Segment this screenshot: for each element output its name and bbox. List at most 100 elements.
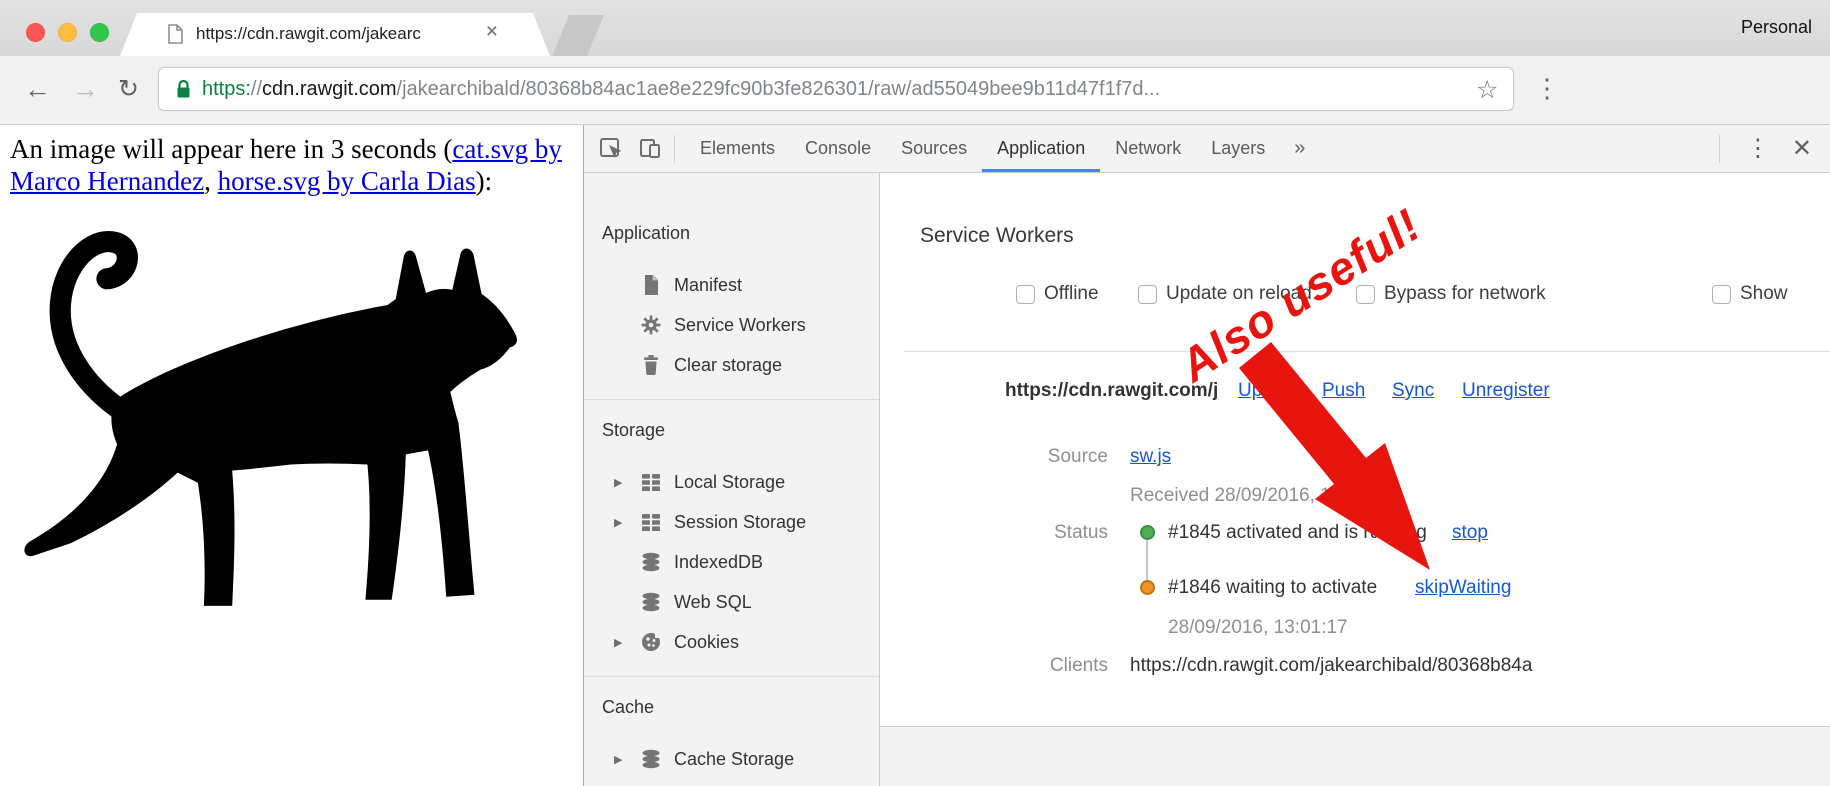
- clients-label: Clients: [948, 655, 1108, 677]
- skip-waiting-link[interactable]: skipWaiting: [1415, 577, 1511, 599]
- sidebar-item-session-storage[interactable]: ▶ Session Storage: [584, 502, 879, 542]
- sidebar-item-cookies[interactable]: ▶ Cookies: [584, 622, 879, 662]
- database-icon: [640, 591, 662, 613]
- toolbar-separator: [674, 135, 675, 163]
- document-icon: [640, 274, 662, 296]
- sidebar-item-local-storage[interactable]: ▶ Local Storage: [584, 462, 879, 502]
- sidebar-item-label: Web SQL: [674, 592, 752, 613]
- tab-sources[interactable]: Sources: [886, 126, 982, 172]
- source-label: Source: [948, 446, 1108, 468]
- window-close-button[interactable]: [26, 23, 45, 42]
- url-slashes: //: [251, 78, 262, 101]
- devtools-toolbar: Elements Console Sources Application Net…: [584, 125, 1830, 173]
- sidebar-item-cache-storage[interactable]: ▶ Cache Storage: [584, 739, 879, 779]
- stop-link[interactable]: stop: [1452, 522, 1488, 544]
- panel-bottom-band: [880, 726, 1830, 786]
- sidebar-item-label: Session Storage: [674, 512, 806, 533]
- window-minimize-button[interactable]: [58, 23, 77, 42]
- more-tabs-chevron-icon[interactable]: »: [1280, 137, 1319, 160]
- title-bar: https://cdn.rawgit.com/jakearc × Persona…: [0, 0, 1830, 56]
- https-lock-icon: [175, 79, 192, 100]
- status-active-dot: [1140, 525, 1155, 540]
- browser-window: https://cdn.rawgit.com/jakearc × Persona…: [0, 0, 1830, 786]
- sidebar-item-web-sql[interactable]: Web SQL: [584, 582, 879, 622]
- page-favicon-icon: [164, 23, 186, 45]
- tab-application[interactable]: Application: [982, 126, 1100, 172]
- push-link[interactable]: Push: [1322, 380, 1365, 402]
- window-zoom-button[interactable]: [90, 23, 109, 42]
- inspect-element-icon[interactable]: [598, 136, 624, 162]
- offline-checkbox[interactable]: [1016, 285, 1035, 304]
- disclosure-triangle-icon[interactable]: ▶: [614, 516, 640, 529]
- update-on-reload-checkbox[interactable]: [1138, 285, 1157, 304]
- browser-menu-icon[interactable]: ⋮: [1534, 73, 1560, 104]
- tab-title: https://cdn.rawgit.com/jakearc: [196, 24, 522, 44]
- show-label: Show: [1740, 283, 1788, 305]
- url-host: cdn.rawgit.com: [262, 78, 397, 101]
- tab-elements[interactable]: Elements: [685, 126, 790, 172]
- device-toolbar-icon[interactable]: [638, 136, 664, 162]
- page-comma-text: ,: [204, 166, 218, 196]
- status-label: Status: [948, 522, 1108, 544]
- page-outro-text: ):: [476, 166, 493, 196]
- url-scheme: https:: [202, 78, 251, 101]
- sidebar-item-label: Service Workers: [674, 315, 806, 336]
- devtools-close-icon[interactable]: ✕: [1786, 134, 1830, 163]
- clients-row: https://cdn.rawgit.com/jakearchibald/803…: [1130, 655, 1830, 677]
- page-paragraph: An image will appear here in 3 seconds (…: [10, 133, 576, 198]
- bypass-for-network-checkbox-group: Bypass for network: [1356, 283, 1546, 305]
- sidebar-header-cache: Cache: [584, 697, 879, 725]
- profile-label[interactable]: Personal: [1741, 17, 1812, 38]
- sidebar-item-manifest[interactable]: Manifest: [584, 265, 879, 305]
- offline-label: Offline: [1044, 283, 1099, 305]
- status-waiting-text: #1846 waiting to activate: [1168, 577, 1377, 599]
- reload-button[interactable]: ↻: [118, 70, 139, 108]
- trash-icon: [640, 354, 662, 376]
- sidebar-item-label: IndexedDB: [674, 552, 763, 573]
- tab-console[interactable]: Console: [790, 126, 886, 172]
- panel-title: Service Workers: [920, 224, 1074, 248]
- cat-silhouette-image: [4, 195, 529, 625]
- browser-tab[interactable]: https://cdn.rawgit.com/jakearc ×: [120, 13, 550, 56]
- tab-layers[interactable]: Layers: [1196, 126, 1280, 172]
- sidebar-header-storage: Storage: [584, 420, 879, 448]
- new-tab-button[interactable]: [552, 15, 604, 56]
- sidebar-item-label: Cache Storage: [674, 749, 794, 770]
- database-icon: [640, 748, 662, 770]
- sidebar-item-clear-storage[interactable]: Clear storage: [584, 345, 879, 385]
- sidebar-section-cache: Cache ▶ Cache Storage: [584, 677, 879, 779]
- received-timestamp: Received 28/09/2016, 13:01:11: [1130, 485, 1393, 507]
- client-url: https://cdn.rawgit.com/jakearchibald/803…: [1130, 655, 1532, 676]
- show-checkbox[interactable]: [1712, 285, 1731, 304]
- tab-close-icon[interactable]: ×: [486, 20, 498, 44]
- url-field[interactable]: https://cdn.rawgit.com/jakearchibald/803…: [158, 67, 1514, 111]
- tab-network[interactable]: Network: [1100, 126, 1196, 172]
- address-bar: ← → ↻ https://cdn.rawgit.com/jakearchiba…: [0, 56, 1830, 125]
- offline-checkbox-group: Offline: [1016, 283, 1099, 305]
- source-file-link[interactable]: sw.js: [1130, 446, 1171, 468]
- update-link[interactable]: Update: [1238, 380, 1299, 402]
- toolbar-separator: [1719, 135, 1720, 163]
- sidebar-item-service-workers[interactable]: Service Workers: [584, 305, 879, 345]
- bookmark-star-icon[interactable]: ☆: [1476, 75, 1498, 105]
- sync-link[interactable]: Sync: [1392, 380, 1434, 402]
- disclosure-triangle-icon[interactable]: ▶: [614, 753, 640, 766]
- table-icon: [640, 471, 662, 493]
- bypass-for-network-label: Bypass for network: [1384, 283, 1546, 305]
- disclosure-triangle-icon[interactable]: ▶: [614, 636, 640, 649]
- status-active-text: #1845 activated and is running: [1168, 522, 1427, 544]
- page-content: An image will appear here in 3 seconds (…: [0, 125, 583, 786]
- back-button[interactable]: ←: [24, 70, 51, 108]
- status-waiting-dot: [1140, 580, 1155, 595]
- forward-button[interactable]: →: [72, 70, 99, 108]
- disclosure-triangle-icon[interactable]: ▶: [614, 476, 640, 489]
- sidebar-item-label: Manifest: [674, 275, 742, 296]
- horse-svg-link[interactable]: horse.svg by Carla Dias: [218, 166, 476, 196]
- show-checkbox-group: Show: [1712, 283, 1788, 305]
- sidebar-item-indexeddb[interactable]: IndexedDB: [584, 542, 879, 582]
- unregister-link[interactable]: Unregister: [1462, 380, 1550, 402]
- sidebar-section-storage: Storage ▶ Local Storage ▶ Se: [584, 400, 879, 662]
- cookie-icon: [640, 631, 662, 653]
- devtools-menu-icon[interactable]: ⋮: [1730, 134, 1786, 163]
- sidebar-item-label: Cookies: [674, 632, 739, 653]
